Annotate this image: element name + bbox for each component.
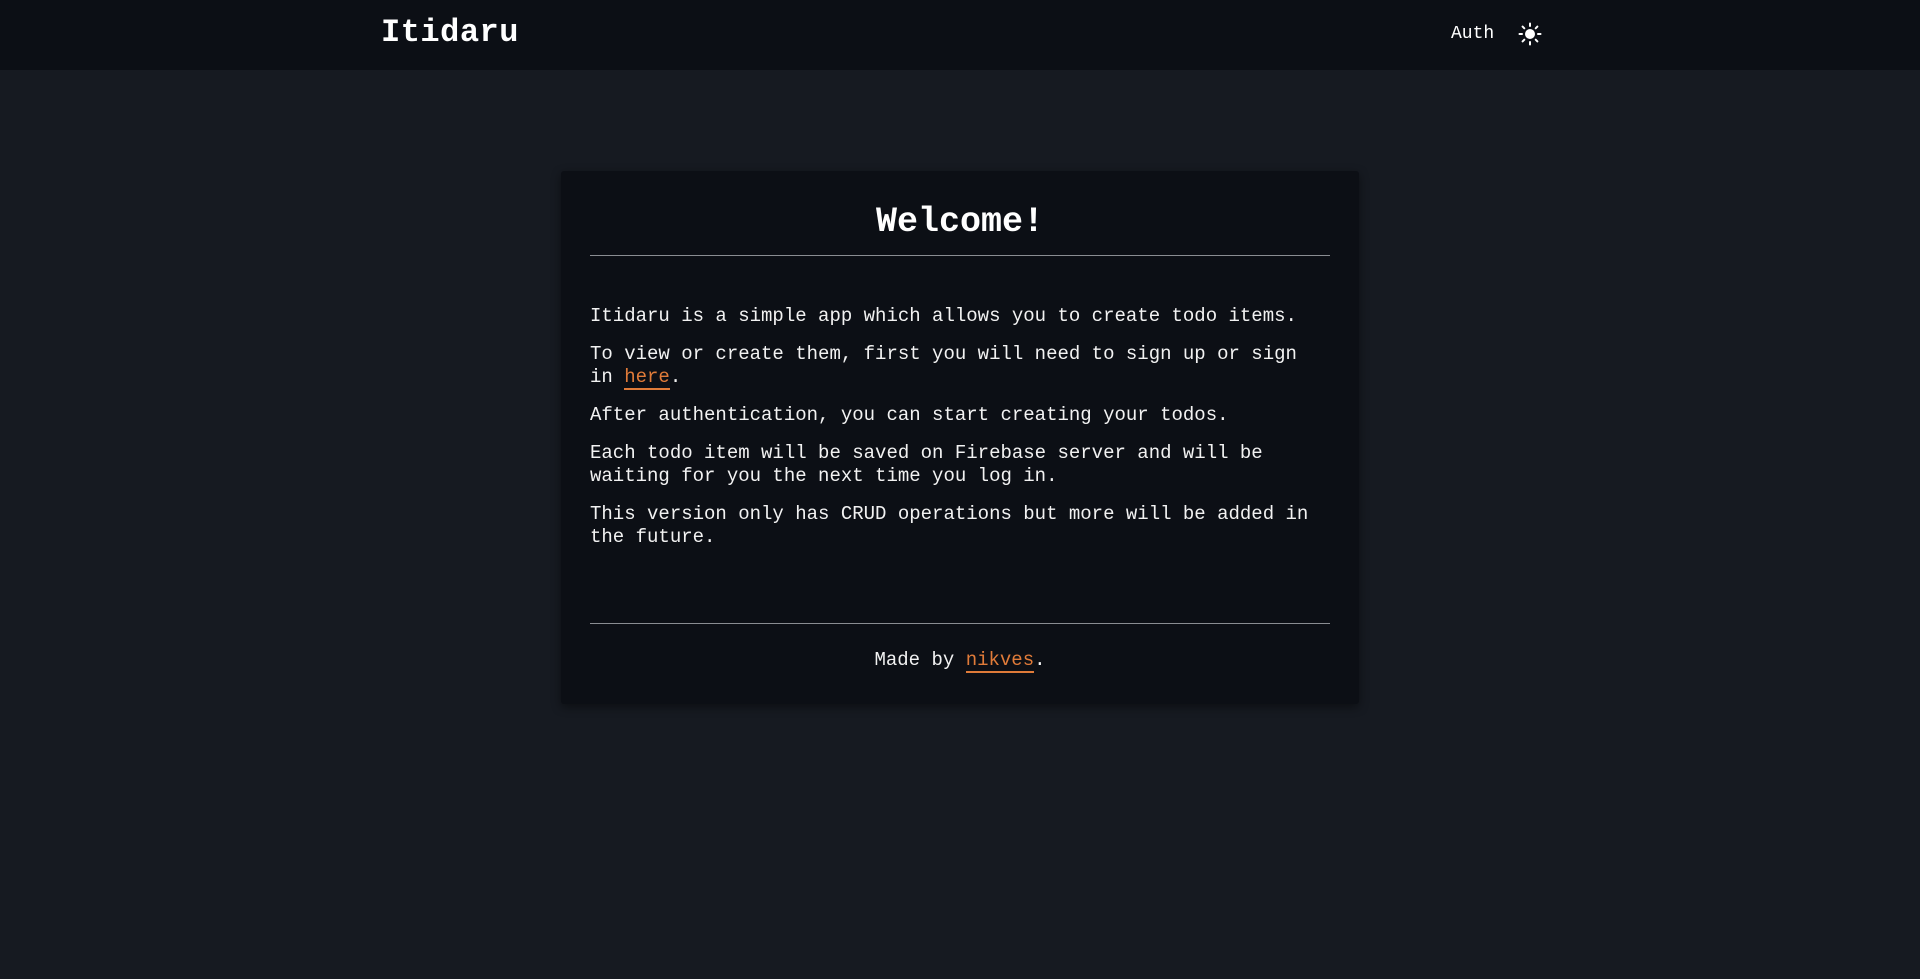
welcome-title: Welcome! [875,202,1045,242]
auth-paragraph: After authentication, you can start crea… [590,404,1229,426]
theme-toggle-button[interactable] [1518,22,1542,46]
version-paragraph: This version only has CRUD operations bu… [590,503,1309,548]
card-footer: Made by nikves. [561,649,1359,673]
welcome-card: Welcome! Itidaru is a simple app which a… [561,171,1359,704]
welcome-description: Itidaru is a simple app which allows you… [590,305,1330,564]
signin-paragraph: To view or create them, first you will n… [590,343,1330,390]
footer-divider [590,623,1330,624]
signin-period: . [669,366,682,388]
author-link[interactable]: nikves [965,649,1035,673]
auth-nav-link[interactable]: Auth [1451,24,1494,44]
footer-text: Made by [874,649,966,671]
firebase-paragraph: Each todo item will be saved on Firebase… [590,442,1263,487]
sun-icon [1518,22,1542,46]
intro-paragraph: Itidaru is a simple app which allows you… [590,305,1297,327]
brand-logo[interactable]: Itidaru [381,14,519,51]
top-navbar: Itidaru Auth [0,0,1920,70]
footer-period: . [1034,649,1046,671]
signin-here-link[interactable]: here [624,366,670,390]
title-divider [590,255,1330,256]
signin-text: To view or create them, first you will n… [590,343,1297,388]
